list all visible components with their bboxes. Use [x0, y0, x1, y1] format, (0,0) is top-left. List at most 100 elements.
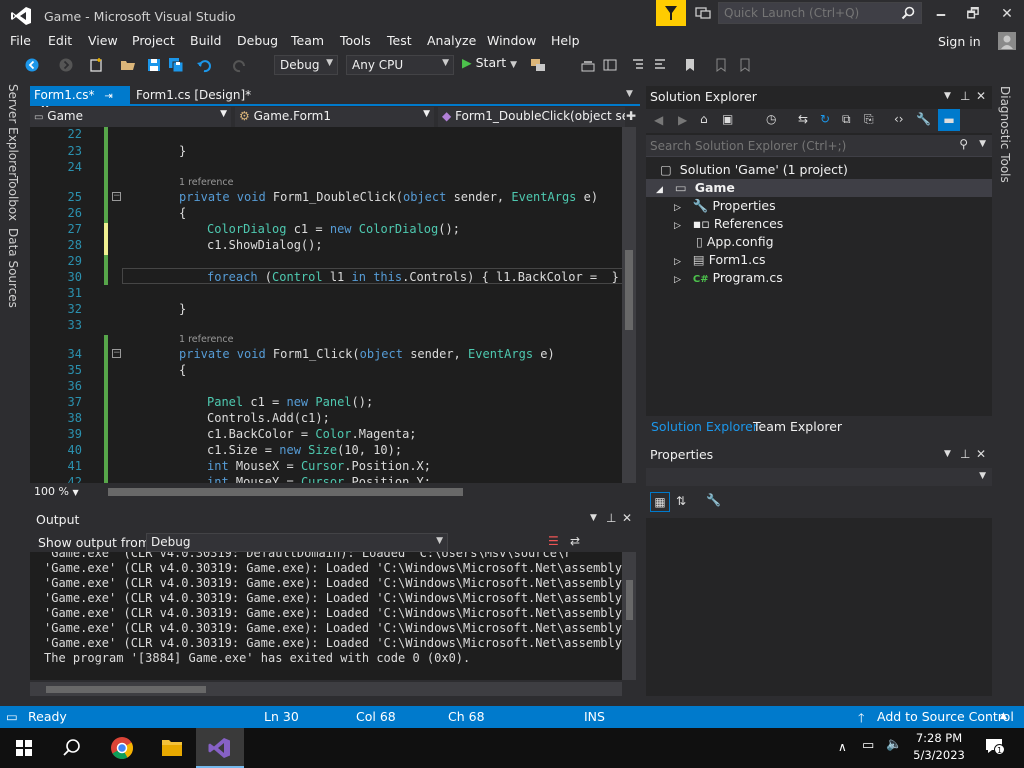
- pane-menu-icon[interactable]: ▼: [944, 91, 951, 101]
- menu-build[interactable]: Build: [190, 33, 221, 48]
- save-icon[interactable]: [146, 57, 162, 73]
- chrome-app[interactable]: [98, 728, 146, 768]
- clock-time[interactable]: 7:28 PM: [914, 731, 964, 745]
- navigate-forward-icon[interactable]: [58, 57, 74, 73]
- visual-studio-app[interactable]: [196, 728, 244, 768]
- word-wrap-icon[interactable]: ⇄: [570, 534, 580, 548]
- menu-test[interactable]: Test: [387, 33, 412, 48]
- clock-date[interactable]: 5/3/2023: [908, 748, 970, 762]
- quick-launch-box[interactable]: [718, 2, 922, 24]
- menu-project[interactable]: Project: [132, 33, 175, 48]
- output-source-dropdown[interactable]: Debug ▼: [146, 533, 448, 552]
- restore-button[interactable]: 🗗: [958, 4, 988, 24]
- member-dropdown[interactable]: ◆ Form1_DoubleClick(object sender: [438, 107, 626, 127]
- undo-icon[interactable]: [196, 57, 212, 73]
- chevron-down-icon[interactable]: ▼: [979, 139, 986, 149]
- search-button[interactable]: [48, 728, 96, 768]
- quick-launch-input[interactable]: [724, 5, 894, 21]
- pane-menu-icon[interactable]: ▼: [944, 449, 951, 459]
- output-scroll-thumb[interactable]: [626, 580, 633, 620]
- diagnostic-tools-tab[interactable]: Diagnostic Tools: [998, 86, 1012, 183]
- menu-analyze[interactable]: Analyze: [427, 33, 476, 48]
- alphabetical-icon[interactable]: ⇅: [676, 494, 686, 508]
- comment-lines-icon[interactable]: [630, 57, 646, 73]
- refresh-icon[interactable]: ↻: [820, 112, 830, 126]
- code-lens-references[interactable]: 1 reference: [179, 177, 233, 188]
- open-folder-icon[interactable]: [120, 57, 136, 73]
- next-bookmark-icon[interactable]: [736, 57, 752, 73]
- split-editor-icon[interactable]: ✚: [626, 109, 636, 123]
- menu-debug[interactable]: Debug: [237, 33, 278, 48]
- pin-icon[interactable]: ⊥: [960, 89, 970, 103]
- show-hidden-icons-icon[interactable]: ∧: [838, 740, 847, 754]
- status-char[interactable]: Ch 68: [448, 709, 485, 724]
- toolbox-tab[interactable]: Toolbox: [6, 176, 20, 221]
- forward-icon[interactable]: ▶: [678, 113, 687, 127]
- navigate-back-icon[interactable]: [24, 57, 40, 73]
- bookmark-icon[interactable]: [682, 57, 698, 73]
- search-icon[interactable]: ⚲: [959, 137, 968, 151]
- property-pages-icon[interactable]: 🔧: [706, 493, 721, 507]
- status-line[interactable]: Ln 30: [264, 709, 299, 724]
- menu-help[interactable]: Help: [551, 33, 580, 48]
- menu-file[interactable]: File: [10, 33, 31, 48]
- zoom-level-dropdown[interactable]: 100 % ▼: [34, 485, 79, 498]
- close-pane-icon[interactable]: ✕: [976, 447, 986, 461]
- properties-wrench-icon[interactable]: 🔧: [916, 112, 931, 126]
- home-icon[interactable]: ⌂: [700, 112, 708, 126]
- close-pane-icon[interactable]: ✕: [622, 511, 632, 525]
- notifications-button[interactable]: [656, 0, 686, 26]
- tree-item-program-cs[interactable]: ▷ C# Program.cs: [674, 270, 783, 285]
- tab-form1-cs[interactable]: Form1.cs* ⇥ ✕: [30, 86, 130, 116]
- step-over-icon[interactable]: [580, 57, 596, 73]
- tab-team-explorer[interactable]: Team Explorer: [753, 419, 842, 434]
- output-horizontal-scroll-thumb[interactable]: [46, 686, 206, 693]
- code-editor[interactable]: 22 23} 24 1 reference − 25 private void F…: [30, 127, 622, 483]
- code-lens-references[interactable]: 1 reference: [179, 334, 233, 345]
- tree-item-properties[interactable]: ▷ 🔧 Properties: [674, 198, 776, 214]
- feedback-icon[interactable]: [694, 5, 712, 21]
- uncomment-lines-icon[interactable]: [652, 57, 668, 73]
- tab-form1-design[interactable]: Form1.cs [Design]*: [136, 88, 251, 102]
- menu-team[interactable]: Team: [291, 33, 324, 48]
- tab-solution-explorer[interactable]: Solution Explorer: [651, 419, 758, 434]
- pending-changes-icon[interactable]: ◷: [766, 112, 776, 126]
- tree-item-app-config[interactable]: ▯ App.config: [696, 234, 774, 249]
- action-center-icon[interactable]: 1: [984, 736, 1005, 756]
- view-code-icon[interactable]: ‹›: [894, 112, 904, 126]
- tree-project-game[interactable]: ◢ ▭ Game: [656, 180, 735, 195]
- tab-list-dropdown-icon[interactable]: ▼: [626, 89, 633, 99]
- status-insert-mode[interactable]: INS: [584, 709, 605, 724]
- back-icon[interactable]: ◀: [654, 113, 663, 127]
- new-project-icon[interactable]: [88, 57, 104, 73]
- save-all-icon[interactable]: [168, 57, 184, 73]
- chevron-up-icon[interactable]: ▲: [1000, 711, 1007, 721]
- output-text-area[interactable]: 'Game.exe' (CLR v4.0.30319: DefaultDomai…: [30, 552, 622, 680]
- sync-icon[interactable]: ⇆: [798, 112, 808, 126]
- editor-scroll-thumb[interactable]: [625, 250, 633, 330]
- solution-platform-dropdown[interactable]: Any CPU ▼: [346, 55, 454, 75]
- menu-edit[interactable]: Edit: [48, 33, 72, 48]
- network-icon[interactable]: ▭: [862, 738, 874, 753]
- minimize-button[interactable]: 🗕: [926, 4, 956, 24]
- show-all-files-icon[interactable]: ⎘: [864, 112, 874, 127]
- switch-views-icon[interactable]: ▣: [722, 112, 733, 126]
- data-sources-tab[interactable]: Data Sources: [6, 228, 20, 308]
- solution-explorer-search[interactable]: ⚲ ▼: [646, 135, 992, 157]
- clear-all-icon[interactable]: ☰: [548, 534, 559, 548]
- tree-solution[interactable]: ▢ Solution 'Game' (1 project): [660, 162, 848, 177]
- collapse-all-icon[interactable]: ⧉: [842, 112, 851, 127]
- account-icon[interactable]: [998, 32, 1016, 50]
- prev-bookmark-icon[interactable]: [712, 57, 728, 73]
- search-icon[interactable]: [901, 6, 915, 20]
- close-pane-icon[interactable]: ✕: [976, 89, 986, 103]
- sign-in-link[interactable]: Sign in: [938, 34, 981, 49]
- attach-process-icon[interactable]: [530, 57, 546, 73]
- solution-configuration-dropdown[interactable]: Debug ▼: [274, 55, 338, 75]
- start-debugging-button[interactable]: ▶ Start ▼: [462, 55, 517, 70]
- project-dropdown[interactable]: ▭ Game ▼: [30, 107, 232, 127]
- solution-search-input[interactable]: [650, 138, 950, 154]
- menu-view[interactable]: View: [88, 33, 118, 48]
- tree-item-references[interactable]: ▷ ▪▫ References: [674, 216, 783, 231]
- close-window-button[interactable]: ✕: [992, 4, 1022, 24]
